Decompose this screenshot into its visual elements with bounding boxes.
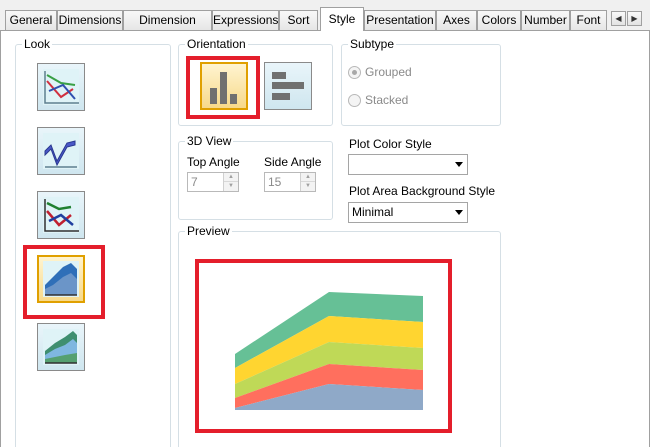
style-panel: Look Orientation Subtype Grouped Stacked… [0, 31, 650, 447]
tab-number[interactable]: Number [521, 10, 570, 30]
preview-group-title: Preview [185, 224, 232, 238]
grouped-radio-circle[interactable] [348, 65, 361, 79]
plot-area-bg-label: Plot Area Background Style [349, 184, 496, 198]
subtype-grouped-radio[interactable]: Grouped [348, 65, 412, 79]
plot-color-style-select[interactable] [348, 154, 468, 175]
tab-strip: General Dimensions Dimension Limits Expr… [0, 0, 650, 45]
side-angle-up-button[interactable]: ▲ [301, 173, 315, 182]
top-angle-spinner-arrows[interactable]: ▲ ▼ [223, 173, 238, 191]
plot-color-style-label: Plot Color Style [349, 137, 432, 151]
horizontal-bars-icon [272, 72, 304, 100]
chevron-down-icon[interactable] [455, 210, 463, 215]
top-angle-label: Top Angle [187, 155, 240, 169]
top-angle-down-button[interactable]: ▼ [224, 182, 238, 191]
preview-stacked-area-chart [235, 292, 423, 410]
side-angle-label: Side Angle [264, 155, 322, 169]
subtype-stacked-radio[interactable]: Stacked [348, 93, 408, 107]
look-3d-area-button[interactable] [37, 323, 85, 371]
chevron-down-icon[interactable] [455, 162, 463, 167]
top-angle-spinner[interactable]: 7 ▲ ▼ [187, 172, 239, 192]
side-angle-down-button[interactable]: ▼ [301, 182, 315, 191]
tab-axes[interactable]: Axes [436, 10, 477, 30]
orientation-group-title: Orientation [185, 37, 248, 51]
side-angle-spinner[interactable]: 15 ▲ ▼ [264, 172, 316, 192]
plot-area-bg-value: Minimal [352, 205, 394, 219]
tab-scroll-left-button[interactable]: ◀ [611, 11, 626, 26]
top-angle-up-button[interactable]: ▲ [224, 173, 238, 182]
line-chart-multi-icon [43, 197, 79, 233]
tab-dimension-limits[interactable]: Dimension Limits [123, 10, 212, 45]
look-3d-lines-button[interactable] [37, 63, 85, 111]
tab-general[interactable]: General [5, 10, 57, 30]
side-angle-value: 15 [268, 175, 282, 189]
stacked-radio-circle[interactable] [348, 93, 361, 107]
line-chart-zigzag-icon [43, 133, 79, 169]
tab-colors[interactable]: Colors [477, 10, 521, 30]
tab-sort[interactable]: Sort [279, 10, 318, 30]
subtype-group-title: Subtype [348, 37, 397, 51]
look-3d-zigzag-button[interactable] [37, 127, 85, 175]
tab-scroll-right-button[interactable]: ▶ [627, 11, 642, 26]
tab-dimensions[interactable]: Dimensions [57, 10, 123, 30]
stacked-radio-label: Stacked [365, 93, 409, 107]
tab-style[interactable]: Style [320, 7, 364, 31]
tab-presentation[interactable]: Presentation [364, 10, 436, 30]
line-chart-3d-icon [43, 69, 79, 105]
grouped-radio-label: Grouped [365, 65, 412, 79]
look-highlight-box [23, 245, 105, 319]
side-angle-spinner-arrows[interactable]: ▲ ▼ [300, 173, 315, 191]
subtype-group: Subtype [341, 37, 501, 126]
area-chart-3d-icon [43, 329, 79, 365]
tab-font[interactable]: Font [570, 10, 607, 30]
plot-area-bg-select[interactable]: Minimal [348, 202, 468, 223]
look-multi-lines-button[interactable] [37, 191, 85, 239]
top-angle-value: 7 [191, 175, 198, 189]
look-group-title: Look [22, 37, 53, 51]
tab-expressions[interactable]: Expressions [212, 10, 279, 30]
orientation-horizontal-button[interactable] [264, 62, 312, 110]
3d-view-group-title: 3D View [185, 134, 234, 148]
orientation-highlight-box [186, 56, 260, 119]
